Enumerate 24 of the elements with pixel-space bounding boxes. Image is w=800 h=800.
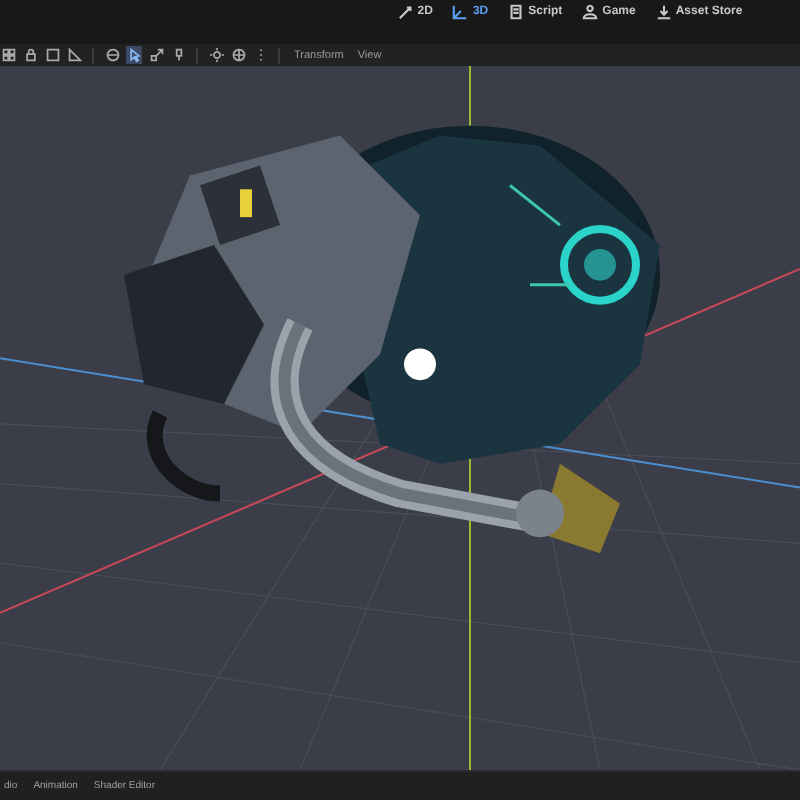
globe-icon [231, 48, 245, 62]
tool-button[interactable] [126, 46, 142, 64]
lock-icon [23, 48, 37, 62]
tool-button[interactable] [0, 46, 16, 64]
tool-button[interactable] [148, 46, 164, 64]
tool-button[interactable] [230, 46, 246, 64]
download-icon [655, 4, 672, 20]
axes-icon [452, 4, 469, 20]
sun-icon [209, 48, 223, 62]
tool-button[interactable] [66, 46, 82, 64]
scale-icon [149, 48, 163, 62]
tool-button[interactable] [22, 46, 38, 64]
tool-button[interactable] [170, 46, 186, 64]
square-icon [45, 48, 59, 62]
arrow-icon [397, 4, 414, 20]
pointer-icon [127, 48, 141, 62]
tool-button[interactable] [208, 46, 224, 64]
triangle-icon [67, 48, 81, 62]
person-icon [582, 4, 599, 20]
grid-icon [1, 48, 15, 62]
document-icon [508, 4, 525, 20]
tool-button[interactable] [44, 46, 60, 64]
pin-icon [171, 48, 185, 62]
tool-button[interactable] [104, 46, 120, 64]
